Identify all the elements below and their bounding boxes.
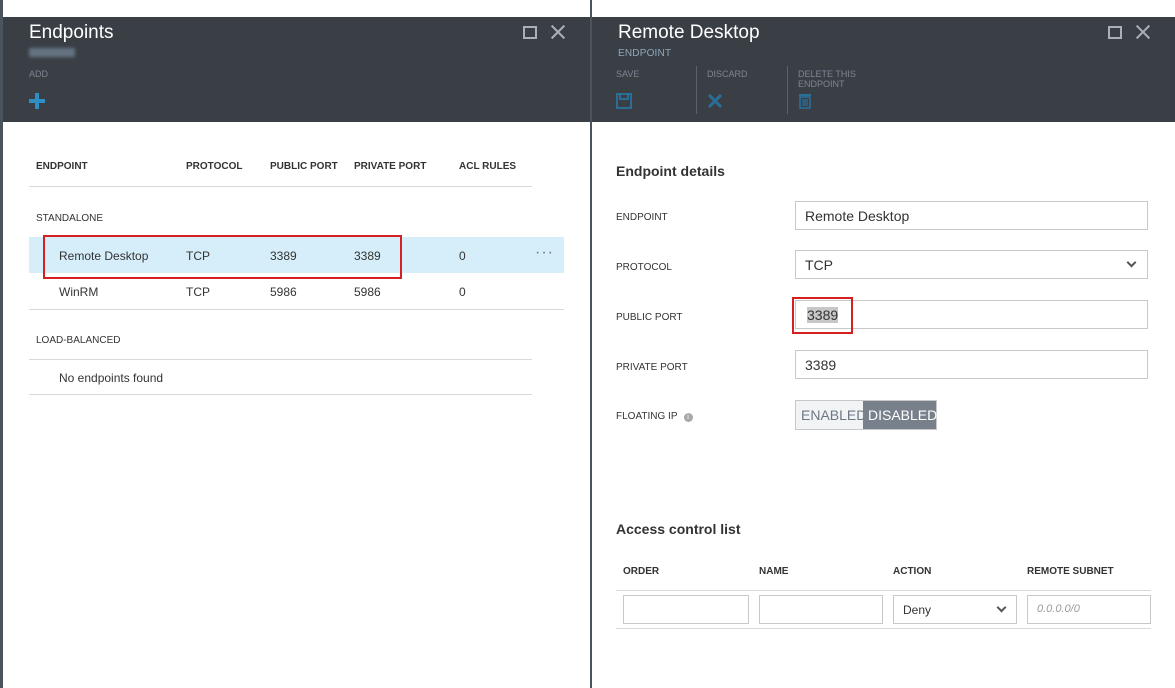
chevron-down-icon: [996, 602, 1007, 613]
endpoints-blade-header: Endpoints ADD: [3, 17, 590, 122]
private-port-cell: 5986: [354, 285, 381, 299]
remote-desktop-blade-header: Remote Desktop ENDPOINT SAVE DISCARD DEL…: [592, 17, 1175, 122]
public-port-cell: 5986: [270, 285, 297, 299]
floating-ip-toggle[interactable]: ENABLED DISABLED: [795, 400, 937, 430]
column-header-protocol: PROTOCOL: [186, 161, 243, 172]
header-divider: [29, 186, 532, 187]
access-control-list-heading: Access control list: [616, 521, 741, 537]
floating-ip-enabled-option[interactable]: ENABLED: [796, 401, 866, 429]
row-divider: [29, 359, 532, 360]
endpoints-blade: Endpoints ADD ENDPOINT PROTOCOL PUBLIC P…: [0, 0, 590, 688]
close-icon[interactable]: [550, 24, 566, 40]
acl-row-divider: [616, 628, 1151, 629]
add-button[interactable]: ADD: [29, 69, 49, 109]
group-label-standalone: STANDALONE: [36, 213, 104, 224]
acl-remote-subnet-input[interactable]: 0.0.0.0/0: [1027, 595, 1151, 624]
floating-ip-label-text: FLOATING IP: [616, 411, 678, 422]
group-label-load-balanced: LOAD-BALANCED: [36, 335, 121, 346]
command-separator: [787, 66, 788, 114]
protocol-select[interactable]: TCP: [795, 250, 1148, 279]
endpoint-details-heading: Endpoint details: [616, 163, 725, 179]
delete-label-line2: ENDPOINT: [798, 79, 845, 89]
save-icon: [616, 93, 632, 109]
discard-label: DISCARD: [707, 69, 748, 79]
chevron-down-icon: [1126, 257, 1137, 268]
trash-icon: [799, 94, 811, 109]
row-divider: [29, 309, 564, 310]
endpoint-label: ENDPOINT: [616, 212, 668, 223]
acl-action-value: Deny: [903, 603, 932, 617]
column-header-private-port: PRIVATE PORT: [354, 161, 427, 172]
acl-column-action: ACTION: [893, 566, 932, 577]
delete-endpoint-button[interactable]: DELETE THIS ENDPOINT: [798, 69, 856, 109]
info-icon[interactable]: i: [683, 413, 693, 422]
acl-column-order: ORDER: [623, 566, 660, 577]
remote-subnet-placeholder: 0.0.0.0/0: [1037, 603, 1080, 615]
acl-column-remote-subnet: REMOTE SUBNET: [1027, 566, 1114, 577]
empty-message: No endpoints found: [59, 371, 164, 385]
table-row[interactable]: WinRM TCP 5986 5986 0: [29, 273, 564, 309]
discard-icon: [707, 93, 723, 109]
acl-name-input[interactable]: [759, 595, 883, 624]
endpoint-name: WinRM: [59, 285, 99, 299]
save-button[interactable]: SAVE: [616, 69, 640, 109]
plus-icon: [29, 93, 45, 109]
endpoint-name-field[interactable]: Remote Desktop: [795, 201, 1148, 230]
blade-title: Remote Desktop: [618, 22, 760, 43]
acl-rules-cell: 0: [459, 249, 466, 263]
protocol-cell: TCP: [186, 285, 210, 299]
protocol-value: TCP: [805, 257, 833, 273]
private-port-value: 3389: [805, 357, 837, 373]
protocol-label: PROTOCOL: [616, 262, 672, 273]
acl-order-input[interactable]: [623, 595, 749, 624]
maximize-icon[interactable]: [1108, 25, 1122, 39]
acl-action-select[interactable]: Deny: [893, 595, 1017, 624]
row-divider: [29, 394, 532, 395]
floating-ip-label: FLOATING IP i: [616, 411, 693, 422]
column-header-public-port: PUBLIC PORT: [270, 161, 338, 172]
close-icon[interactable]: [1135, 24, 1151, 40]
command-separator: [696, 66, 697, 114]
discard-button[interactable]: DISCARD: [707, 69, 748, 109]
delete-label-line1: DELETE THIS: [798, 69, 856, 79]
blade-title: Endpoints: [29, 22, 114, 43]
public-port-label: PUBLIC PORT: [616, 312, 683, 323]
more-options-icon[interactable]: ···: [535, 244, 554, 262]
acl-header-divider: [616, 590, 1151, 591]
blade-subtitle: ENDPOINT: [618, 48, 672, 59]
acl-rules-cell: 0: [459, 285, 466, 299]
highlight-box: [792, 297, 853, 334]
column-header-acl-rules: ACL RULES: [459, 161, 517, 172]
floating-ip-disabled-option[interactable]: DISABLED: [863, 401, 937, 429]
acl-column-name: NAME: [759, 566, 789, 577]
remote-desktop-blade: Remote Desktop ENDPOINT SAVE DISCARD DEL…: [590, 0, 1175, 688]
blurred-subtitle: [29, 48, 75, 57]
save-label: SAVE: [616, 69, 640, 79]
endpoint-name-value: Remote Desktop: [805, 208, 910, 224]
column-header-endpoint: ENDPOINT: [36, 161, 88, 172]
add-label: ADD: [29, 69, 49, 79]
maximize-icon[interactable]: [523, 25, 537, 39]
private-port-label: PRIVATE PORT: [616, 362, 688, 373]
private-port-field[interactable]: 3389: [795, 350, 1148, 379]
